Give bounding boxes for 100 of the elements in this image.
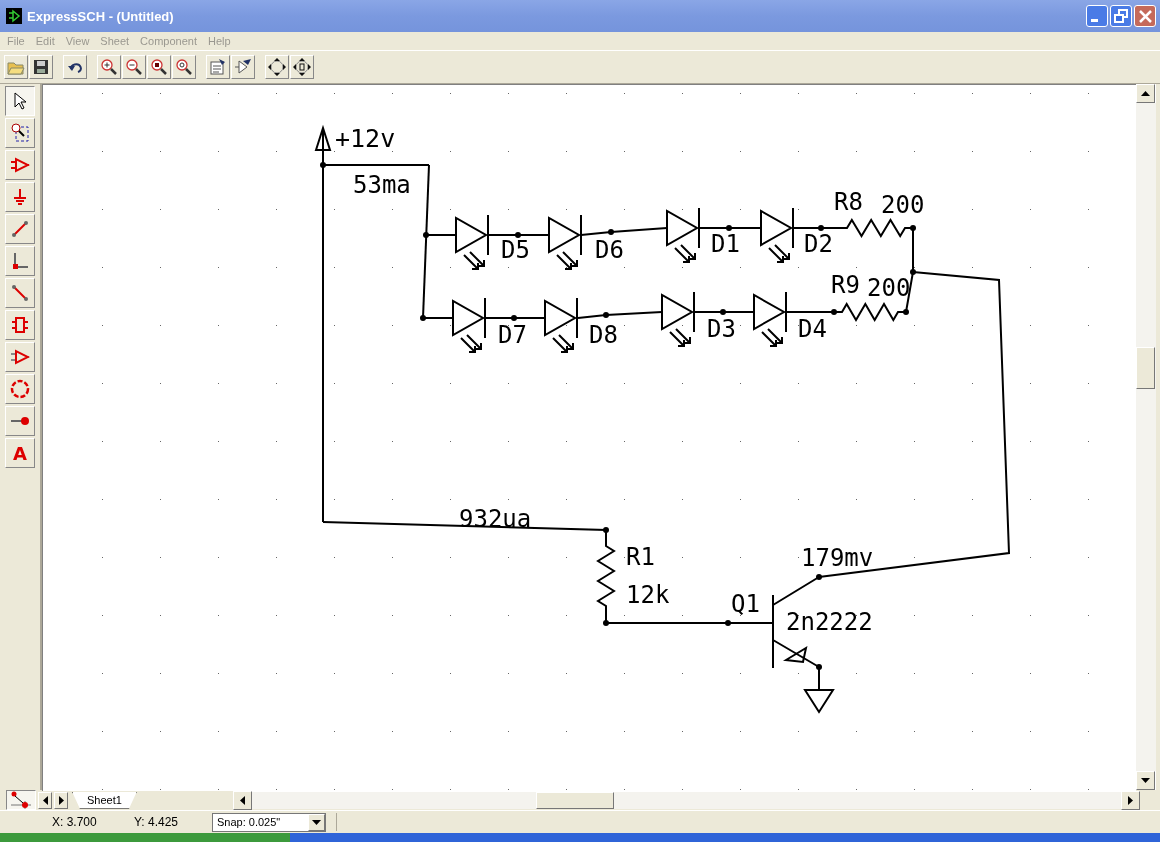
current-label: 53ma: [353, 171, 411, 199]
circle-tool[interactable]: [5, 374, 35, 404]
component-tool[interactable]: [5, 150, 35, 180]
junction-dot: [726, 225, 732, 231]
led-symbol: [452, 297, 486, 353]
junction-dot: [603, 620, 609, 626]
ic-tool[interactable]: [5, 310, 35, 340]
close-button[interactable]: [1134, 5, 1156, 27]
led-label: D6: [595, 236, 624, 264]
line-icon: [11, 284, 29, 302]
app-icon: [6, 8, 22, 24]
zoom-page-button[interactable]: [172, 55, 196, 79]
led-symbol: [666, 207, 700, 263]
edit-component-button[interactable]: [231, 55, 255, 79]
zoom-area-icon: [10, 123, 30, 143]
dropdown-arrow-icon: [312, 819, 321, 825]
junction-dot: [515, 232, 521, 238]
led-symbol: [760, 207, 794, 263]
component-edit-icon: [234, 58, 252, 76]
window-title: ExpressSCH - (Untitled): [27, 8, 174, 24]
led-label: D3: [707, 315, 736, 343]
wire: [792, 227, 840, 229]
ground-icon: [12, 188, 28, 206]
zoom-in-button[interactable]: [97, 55, 121, 79]
junction-dot: [816, 574, 822, 580]
horizontal-scrollbar[interactable]: [232, 791, 1140, 809]
pan-center-button[interactable]: [290, 55, 314, 79]
save-button[interactable]: [29, 55, 53, 79]
resistor-label: R9: [831, 271, 860, 299]
junction-dot: [603, 527, 609, 533]
wire: [698, 227, 762, 229]
vertical-scrollbar[interactable]: [1136, 84, 1156, 790]
pin-tool[interactable]: [5, 406, 35, 436]
wire-icon: [11, 220, 29, 238]
right-arrow-icon: [58, 795, 64, 805]
resistor-value: 200: [867, 274, 911, 302]
led-symbol: [661, 291, 695, 347]
zoom-fit-icon: [150, 58, 168, 76]
wire: [487, 234, 550, 236]
zoom-area-tool[interactable]: [5, 118, 35, 148]
junction-dot: [603, 312, 609, 318]
transistor-label: Q1: [731, 590, 760, 618]
tab-scroll-right[interactable]: [54, 791, 68, 809]
resistor-label: R8: [834, 188, 863, 216]
scroll-right-button[interactable]: [1121, 790, 1140, 810]
snap-dropdown[interactable]: Snap: 0.025": [212, 812, 326, 832]
led-label: D1: [711, 230, 740, 258]
corner-icon: [11, 252, 29, 270]
corner-tool[interactable]: [5, 246, 35, 276]
text-tool[interactable]: A: [5, 438, 35, 468]
pan-button[interactable]: [265, 55, 289, 79]
junction-dot: [511, 315, 517, 321]
junction-dot: [816, 664, 822, 670]
gate-tool[interactable]: [5, 342, 35, 372]
snap-toggle-button[interactable]: [6, 790, 36, 810]
down-arrow-icon: [1141, 778, 1150, 783]
zoom-in-icon: [100, 58, 118, 76]
minimize-icon: [1090, 18, 1098, 22]
wire-tool[interactable]: [5, 214, 35, 244]
junction-dot: [320, 162, 326, 168]
sheet-tab[interactable]: Sheet1: [72, 791, 137, 809]
x-coordinate: X: 3.700: [51, 815, 98, 829]
junction-dot: [903, 309, 909, 315]
led-label: D5: [501, 236, 530, 264]
zoom-out-button[interactable]: [122, 55, 146, 79]
junction-dot: [608, 229, 614, 235]
undo-button[interactable]: [63, 55, 87, 79]
junction-dot: [720, 309, 726, 315]
resistor-label: R1: [626, 543, 655, 571]
junction-dot: [420, 315, 426, 321]
pointer-tool[interactable]: [5, 86, 35, 116]
scroll-up-button[interactable]: [1136, 84, 1155, 103]
transistor-value: 2n2222: [786, 608, 873, 636]
tab-scroll-left[interactable]: [38, 791, 52, 809]
zoom-fit-button[interactable]: [147, 55, 171, 79]
junction-dot: [910, 225, 916, 231]
properties-button[interactable]: [206, 55, 230, 79]
resistor-value: 12k: [626, 581, 670, 609]
junction-dot: [818, 225, 824, 231]
wire: [485, 317, 546, 319]
minimize-button[interactable]: [1086, 5, 1108, 27]
line-tool[interactable]: [5, 278, 35, 308]
power-label: +12v: [335, 124, 396, 153]
scroll-thumb[interactable]: [535, 791, 614, 809]
ground-tool[interactable]: [5, 182, 35, 212]
scroll-down-button[interactable]: [1136, 771, 1155, 790]
power-symbol: [315, 124, 331, 151]
led-label: D8: [589, 321, 618, 349]
led-symbol: [753, 291, 787, 347]
led-label: D2: [804, 230, 833, 258]
restore-button[interactable]: [1110, 5, 1132, 27]
junction-dot: [725, 620, 731, 626]
left-arrow-icon: [239, 795, 245, 805]
scroll-thumb[interactable]: [1136, 347, 1155, 389]
folder-icon: [7, 59, 25, 75]
voltage-label: 179mv: [801, 544, 874, 572]
dashed-circle-icon: [10, 379, 30, 399]
ground-symbol: [803, 689, 835, 714]
led-symbol: [544, 297, 578, 353]
component-icon: [10, 157, 30, 173]
